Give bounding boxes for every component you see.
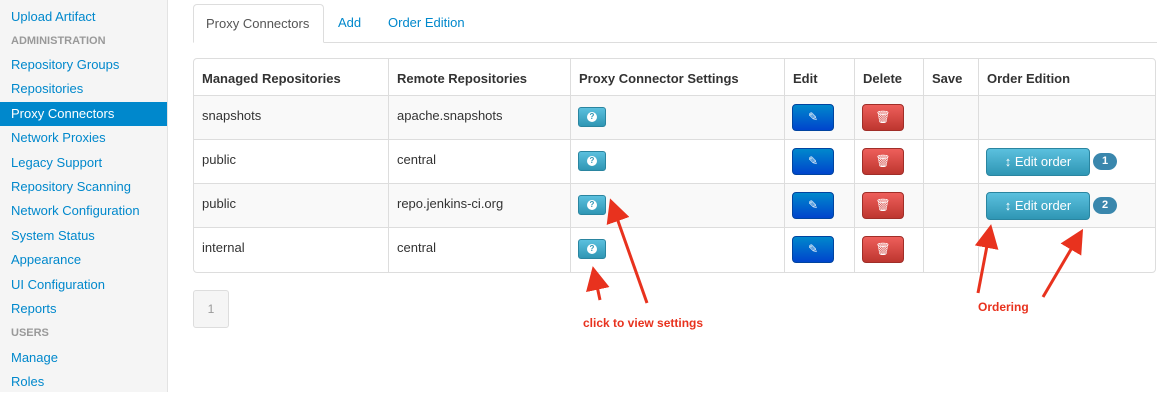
sidebar-item-legacy-support[interactable]: Legacy Support [0, 151, 167, 175]
sidebar-item-proxy-connectors[interactable]: Proxy Connectors [0, 102, 167, 126]
sidebar-item-roles[interactable]: Roles [0, 370, 167, 394]
tab-proxy-connectors[interactable]: Proxy Connectors [193, 4, 324, 43]
cell-order-edition: ↕ Edit order 2 [978, 184, 1155, 228]
cell-managed-repository: public [202, 152, 236, 167]
pencil-icon: ✎ [807, 154, 819, 168]
pencil-icon: ✎ [807, 198, 819, 212]
sidebar-item-manage[interactable]: Manage [0, 346, 167, 370]
table-row: public repo.jenkins-ci.org ? ✎ 🗑 ↕ Edit … [194, 183, 1155, 228]
cell-settings: ? [570, 228, 784, 272]
question-icon: ? [587, 200, 597, 210]
cell-delete: 🗑 [854, 96, 923, 140]
cell-save [923, 96, 978, 140]
header-order-edition: Order Edition [978, 59, 1155, 95]
cell-edit: ✎ [784, 140, 854, 184]
table-row: public central ? ✎ 🗑 ↕ Edit order 1 [194, 139, 1155, 184]
cell-settings: ? [570, 184, 784, 228]
sidebar-item-repository-scanning[interactable]: Repository Scanning [0, 175, 167, 199]
annotation-settings: click to view settings [583, 316, 704, 330]
sidebar: Upload Artifact ADMINISTRATION Repositor… [0, 0, 168, 392]
header-delete: Delete [854, 59, 923, 95]
cell-remote-repository: apache.snapshots [388, 96, 570, 140]
question-icon: ? [587, 112, 597, 122]
tab-add[interactable]: Add [326, 4, 373, 42]
header-save: Save [923, 59, 978, 95]
cell-order-edition [978, 228, 1155, 272]
sidebar-item-upload-artifact[interactable]: Upload Artifact [0, 5, 167, 29]
cell-order-edition: ↕ Edit order 1 [978, 140, 1155, 184]
proxy-connectors-table: Managed Repositories Remote Repositories… [193, 58, 1156, 273]
cell-remote-repository: central [388, 228, 570, 272]
pencil-icon: ✎ [807, 242, 819, 256]
trash-icon: 🗑 [875, 154, 891, 168]
delete-button[interactable]: 🗑 [862, 236, 904, 263]
table-row: snapshots apache.snapshots ? ✎ 🗑 [194, 95, 1155, 140]
cell-remote-repository: central [388, 140, 570, 184]
sidebar-item-appearance[interactable]: Appearance [0, 248, 167, 272]
header-proxy-connector-settings: Proxy Connector Settings [570, 59, 784, 95]
annotation-ordering: Ordering [978, 300, 1029, 314]
header-remote-repositories: Remote Repositories [388, 59, 570, 95]
table-header-row: Managed Repositories Remote Repositories… [194, 59, 1155, 95]
sidebar-item-network-proxies[interactable]: Network Proxies [0, 126, 167, 150]
edit-button[interactable]: ✎ [792, 192, 834, 219]
order-badge: 1 [1093, 153, 1117, 170]
sidebar-item-ui-configuration[interactable]: UI Configuration [0, 273, 167, 297]
order-badge: 2 [1093, 197, 1117, 214]
trash-icon: 🗑 [875, 110, 891, 124]
cell-remote-repository: repo.jenkins-ci.org [388, 184, 570, 228]
view-settings-button[interactable]: ? [578, 151, 606, 171]
cell-delete: 🗑 [854, 140, 923, 184]
sidebar-item-network-configuration[interactable]: Network Configuration [0, 199, 167, 223]
cell-edit: ✎ [784, 228, 854, 272]
cell-managed-repository: snapshots [202, 108, 262, 123]
edit-order-label: Edit order [1014, 154, 1072, 169]
cell-delete: 🗑 [854, 228, 923, 272]
arrow-settings-short [586, 266, 610, 301]
view-settings-button[interactable]: ? [578, 195, 606, 215]
edit-order-label: Edit order [1014, 198, 1072, 213]
edit-button[interactable]: ✎ [792, 148, 834, 175]
tab-bar: Proxy Connectors Add Order Edition [193, 4, 1157, 43]
edit-order-button[interactable]: ↕ Edit order [986, 148, 1090, 176]
cell-delete: 🗑 [854, 184, 923, 228]
trash-icon: 🗑 [875, 198, 891, 212]
sidebar-header-administration: ADMINISTRATION [11, 35, 106, 47]
delete-button[interactable]: 🗑 [862, 192, 904, 219]
header-edit: Edit [784, 59, 854, 95]
trash-icon: 🗑 [875, 242, 891, 256]
cell-managed-repository: internal [202, 240, 245, 255]
delete-button[interactable]: 🗑 [862, 104, 904, 131]
cell-edit: ✎ [784, 184, 854, 228]
pagination-page[interactable]: 1 [193, 290, 229, 328]
view-settings-button[interactable]: ? [578, 107, 606, 127]
edit-button[interactable]: ✎ [792, 236, 834, 263]
edit-button[interactable]: ✎ [792, 104, 834, 131]
sidebar-item-repository-groups[interactable]: Repository Groups [0, 53, 167, 77]
cell-save [923, 184, 978, 228]
pencil-icon: ✎ [807, 110, 819, 124]
sidebar-item-reports[interactable]: Reports [0, 297, 167, 321]
cell-order-edition [978, 96, 1155, 140]
question-icon: ? [587, 244, 597, 254]
sidebar-header-users: USERS [11, 327, 49, 339]
edit-order-button[interactable]: ↕ Edit order [986, 192, 1090, 220]
question-icon: ? [587, 156, 597, 166]
header-managed-repositories: Managed Repositories [202, 71, 341, 86]
cell-save [923, 228, 978, 272]
cell-managed-repository: public [202, 196, 236, 211]
cell-settings: ? [570, 140, 784, 184]
cell-edit: ✎ [784, 96, 854, 140]
table-row: internal central ? ✎ 🗑 [194, 227, 1155, 272]
sidebar-item-system-status[interactable]: System Status [0, 224, 167, 248]
delete-button[interactable]: 🗑 [862, 148, 904, 175]
cell-settings: ? [570, 96, 784, 140]
sidebar-item-repositories[interactable]: Repositories [0, 77, 167, 101]
cell-save [923, 140, 978, 184]
view-settings-button[interactable]: ? [578, 239, 606, 259]
tab-order-edition[interactable]: Order Edition [376, 4, 477, 42]
